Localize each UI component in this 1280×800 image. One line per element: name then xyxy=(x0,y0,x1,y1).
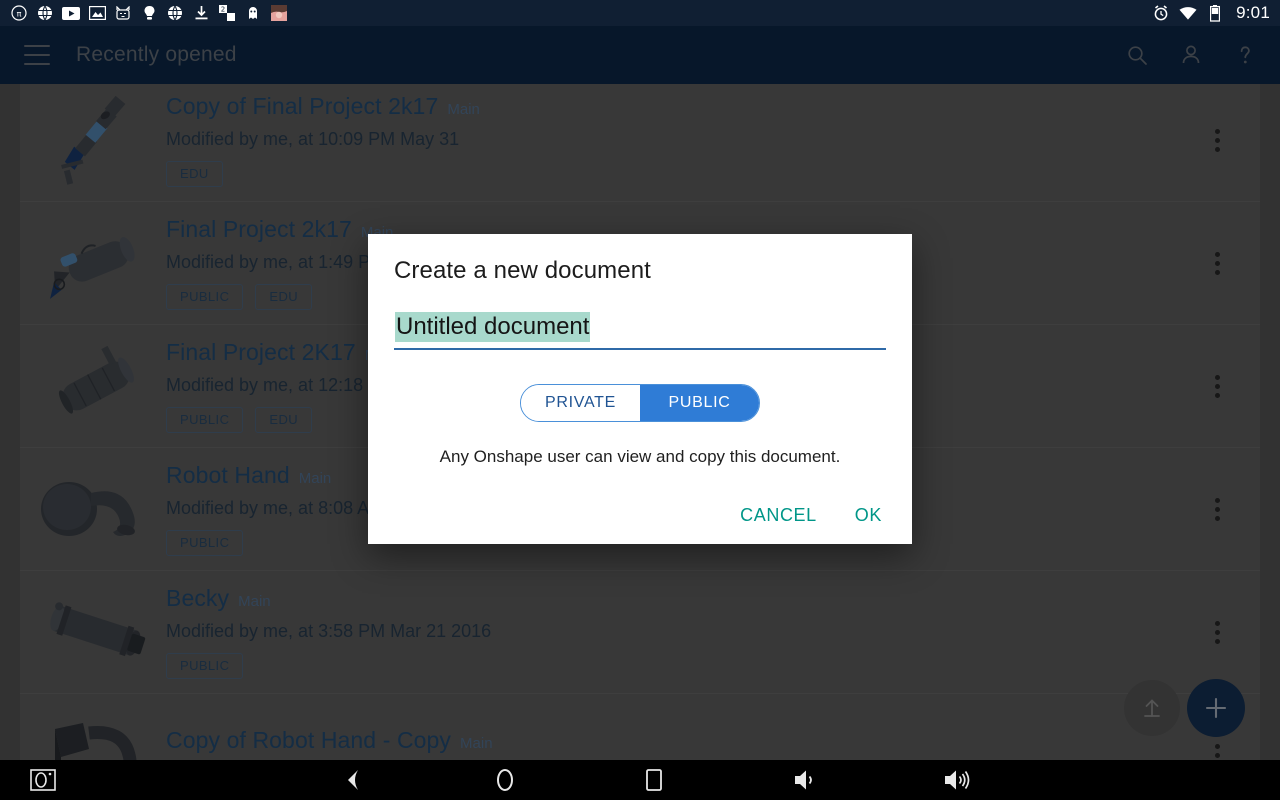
status-clock: 9:01 xyxy=(1236,3,1270,22)
screenshot-icon[interactable] xyxy=(30,769,56,791)
two-badge-icon: 2 xyxy=(218,4,236,22)
status-bar: π 2 9:01 xyxy=(0,0,1280,26)
recents-icon[interactable] xyxy=(646,769,662,791)
back-icon[interactable] xyxy=(343,769,363,791)
globe-icon xyxy=(36,4,54,22)
svg-text:π: π xyxy=(17,10,22,19)
volume-down-icon[interactable] xyxy=(793,769,819,791)
download-icon xyxy=(192,4,210,22)
notification-icons: π 2 xyxy=(10,4,1152,22)
visibility-note: Any Onshape user can view and copy this … xyxy=(439,447,841,466)
ok-button[interactable]: OK xyxy=(855,505,882,526)
svg-text:2: 2 xyxy=(221,6,225,14)
create-document-dialog: Create a new document Untitled document … xyxy=(368,234,912,544)
ghost-icon xyxy=(244,4,262,22)
globe-icon-2 xyxy=(166,4,184,22)
document-name-field-wrap: Untitled document xyxy=(394,312,886,350)
wifi-icon xyxy=(1179,4,1197,22)
dialog-actions: CANCEL OK xyxy=(740,505,882,526)
visibility-segmented-control: PRIVATE PUBLIC xyxy=(520,384,760,422)
volume-up-icon[interactable] xyxy=(943,769,973,791)
dialog-title: Create a new document xyxy=(394,257,651,284)
avatar-icon xyxy=(270,4,288,22)
cancel-button[interactable]: CANCEL xyxy=(740,505,817,526)
cat-icon xyxy=(114,4,132,22)
android-nav-bar xyxy=(0,760,1280,800)
home-icon[interactable] xyxy=(494,768,516,792)
image-icon xyxy=(88,4,106,22)
youtube-icon xyxy=(62,4,80,22)
visibility-private-button[interactable]: PRIVATE xyxy=(521,385,640,421)
document-name-input[interactable] xyxy=(394,312,886,344)
system-status-icons: 9:01 xyxy=(1152,3,1270,23)
visibility-public-button[interactable]: PUBLIC xyxy=(640,385,759,421)
alarm-icon xyxy=(1152,4,1170,22)
bulb-icon xyxy=(140,4,158,22)
pi-circle-icon: π xyxy=(10,4,28,22)
battery-icon xyxy=(1206,4,1224,22)
android-screen: π 2 9:01 Recently opened Copy of Final P… xyxy=(0,0,1280,800)
